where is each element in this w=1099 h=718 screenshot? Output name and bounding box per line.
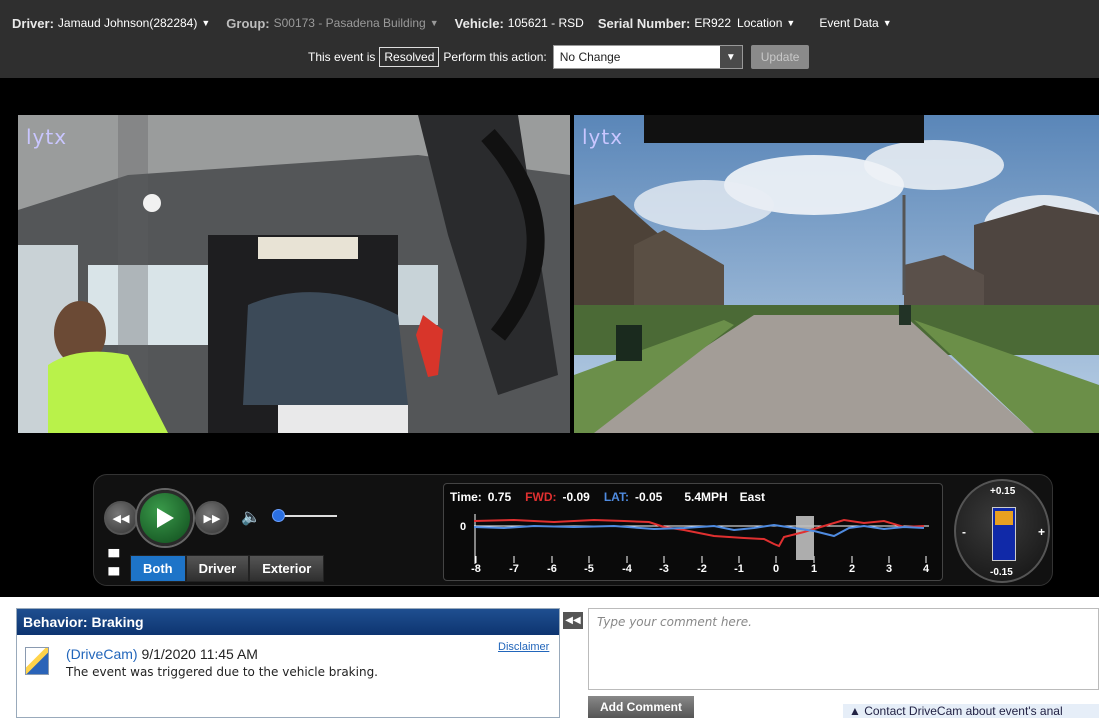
speed-value: 5.4MPH	[684, 490, 728, 504]
expand-icon: ▲	[849, 704, 865, 718]
gauge-minus-label: -	[962, 525, 966, 539]
serial-label: Serial Number:	[597, 15, 691, 31]
event-source-line: (DriveCam) 9/1/2020 11:45 AM	[66, 646, 258, 662]
telemetry-graph[interactable]: Time: 0.75 FWD: -0.09 LAT: -0.05 5.4MPH …	[443, 483, 943, 581]
lat-value: -0.05	[634, 490, 663, 504]
driver-camera-view[interactable]: lytx	[18, 115, 570, 433]
comment-input[interactable]: Type your comment here.	[588, 608, 1099, 690]
time-tick: -6	[547, 563, 557, 575]
contact-drivecam-link[interactable]: ▲ Contact DriveCam about event's anal	[843, 704, 1099, 718]
action-label: Perform this action:	[443, 50, 547, 64]
exterior-camera-frame	[574, 115, 1099, 433]
time-tick: -8	[471, 563, 481, 575]
time-tick: 0	[772, 563, 780, 575]
chevron-down-icon[interactable]: ▼	[719, 46, 742, 68]
heading-value: East	[739, 490, 766, 504]
lytx-logo: lytx	[582, 125, 624, 149]
exterior-camera-view[interactable]: lytx	[574, 115, 1099, 433]
gauge-min-label: -0.15	[990, 567, 1013, 578]
fast-forward-icon: ▶▶	[203, 512, 221, 525]
driver-dropdown-icon[interactable]: ▼	[201, 18, 210, 28]
time-value: 0.75	[487, 490, 512, 504]
collapse-panel-icon[interactable]: ◀◀	[563, 612, 583, 629]
vehicle-label: Vehicle:	[454, 15, 504, 31]
time-tick: -2	[697, 563, 707, 575]
time-label: Time:	[450, 490, 482, 504]
location-dropdown-icon[interactable]: ▼	[786, 18, 795, 28]
time-tick: -1	[734, 563, 744, 575]
playhead-marker[interactable]	[796, 516, 814, 560]
time-tick: -5	[584, 563, 594, 575]
event-header: Driver: Jamaud Johnson(282284) ▼ Group: …	[0, 0, 1099, 78]
event-status-prefix: This event is	[308, 50, 376, 64]
rewind-button[interactable]: ◀◀	[104, 501, 138, 535]
disclaimer-link[interactable]: Disclaimer	[498, 641, 549, 653]
group-label: Group:	[226, 15, 270, 31]
time-tick: 3	[885, 563, 893, 575]
time-tick: 2	[848, 563, 856, 575]
play-button[interactable]	[137, 490, 193, 546]
event-action-row: This event is Resolved Perform this acti…	[308, 45, 810, 69]
time-tick: 4	[922, 563, 930, 575]
fast-forward-button[interactable]: ▶▶	[195, 501, 229, 535]
g-force-gauge: +0.15 - + -0.15	[954, 479, 1050, 583]
contact-drivecam-label: Contact DriveCam about event's anal	[864, 704, 1063, 718]
playback-control-bar: ◀◀ ▶▶ 🔈 ▝▘ ▗▖ Both Driver Exterior Time: …	[93, 474, 1053, 586]
event-description: The event was triggered due to the vehic…	[66, 665, 378, 679]
gauge-bar	[992, 507, 1016, 561]
driver-label: Driver:	[12, 15, 54, 31]
gauge-plus-label: +	[1038, 525, 1046, 539]
group-value[interactable]: S00173 - Pasadena Building	[274, 16, 426, 30]
tab-driver[interactable]: Driver	[185, 555, 250, 582]
event-datetime: 9/1/2020 11:45 AM	[141, 646, 258, 662]
drivecam-icon	[25, 647, 49, 675]
lat-label: LAT:	[603, 490, 629, 504]
event-status-badge: Resolved	[379, 47, 440, 67]
time-tick: 1	[810, 563, 818, 575]
gauge-fill	[995, 511, 1013, 525]
location-menu[interactable]: Location	[737, 16, 782, 30]
event-info-row: Driver: Jamaud Johnson(282284) ▼ Group: …	[12, 13, 908, 33]
fwd-value: -0.09	[562, 490, 590, 504]
driver-value[interactable]: Jamaud Johnson(282284)	[58, 16, 197, 30]
camera-view-tabs: Both Driver Exterior	[130, 555, 325, 582]
behavior-title: Behavior: Braking	[17, 609, 559, 635]
volume-slider-handle[interactable]	[272, 509, 285, 522]
lytx-logo: lytx	[26, 125, 68, 149]
group-dropdown-icon[interactable]: ▼	[430, 18, 439, 28]
rewind-icon: ◀◀	[112, 512, 130, 525]
volume-icon[interactable]: 🔈	[241, 507, 261, 527]
time-tick: -7	[509, 563, 519, 575]
event-data-dropdown-icon[interactable]: ▼	[883, 18, 892, 28]
tab-both[interactable]: Both	[130, 555, 186, 582]
tab-exterior[interactable]: Exterior	[249, 555, 325, 582]
action-select[interactable]: No Change ▼	[552, 45, 743, 69]
update-button[interactable]: Update	[750, 45, 810, 69]
gauge-max-label: +0.15	[990, 486, 1016, 497]
event-source[interactable]: (DriveCam)	[66, 646, 138, 662]
action-select-value: No Change	[559, 50, 621, 64]
serial-value: ER922	[694, 16, 732, 30]
time-tick: -3	[659, 563, 669, 575]
transport-controls: ◀◀ ▶▶ 🔈 ▝▘ ▗▖ Both Driver Exterior	[94, 475, 434, 587]
telemetry-readout: Time: 0.75 FWD: -0.09 LAT: -0.05 5.4MPH …	[450, 490, 771, 504]
event-data-menu[interactable]: Event Data	[819, 16, 878, 30]
time-tick: -4	[622, 563, 632, 575]
behavior-panel: Behavior: Braking (DriveCam) 9/1/2020 11…	[16, 608, 560, 718]
fullscreen-icon[interactable]: ▝▘ ▗▖	[103, 550, 125, 574]
fwd-label: FWD:	[525, 490, 557, 504]
vehicle-value: 105621 - RSD	[507, 16, 584, 30]
volume-slider[interactable]	[279, 515, 337, 517]
driver-camera-frame	[18, 115, 570, 433]
acceleration-plot	[474, 514, 929, 564]
time-axis-ticks: -8 -7 -6 -5 -4 -3 -2 -1 0 1 2 3 4	[471, 563, 929, 577]
play-icon	[157, 508, 174, 528]
add-comment-button[interactable]: Add Comment	[588, 696, 694, 718]
zero-axis-label: 0	[460, 521, 467, 533]
